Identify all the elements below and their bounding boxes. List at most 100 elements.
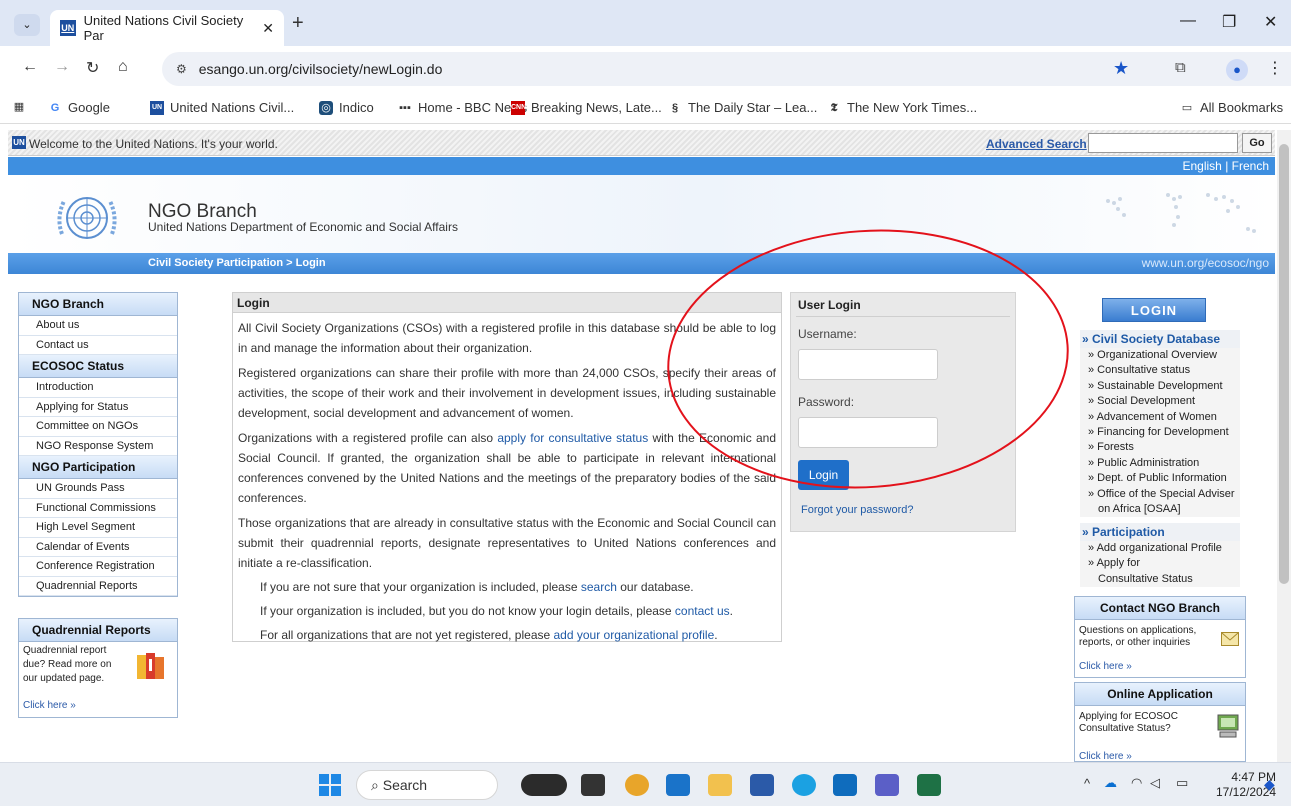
database-heading[interactable]: » Civil Society Database [1080, 330, 1240, 348]
teams-icon[interactable] [875, 774, 899, 796]
widget-icon[interactable] [521, 774, 567, 796]
nav-item-calendar[interactable]: Calendar of Events [19, 538, 177, 557]
contact-link[interactable]: Click here » [1079, 661, 1132, 672]
language-links[interactable]: English | French [8, 157, 1275, 175]
profile-avatar[interactable]: ● [1226, 59, 1248, 81]
breadcrumb[interactable]: Civil Society Participation > Login [148, 253, 326, 274]
edge-icon[interactable] [792, 774, 816, 796]
online-application-link[interactable]: Click here » [1079, 751, 1132, 762]
tab-close-icon[interactable]: ✕ [262, 20, 274, 37]
reload-icon[interactable]: ↻ [86, 58, 99, 78]
paragraph-search: If you are not sure that your organizati… [260, 580, 694, 594]
store-icon[interactable] [833, 774, 857, 796]
nav-item-high-level-segment[interactable]: High Level Segment [19, 518, 177, 538]
bookmark-nyt[interactable]: 𝕿 The New York Times... [827, 100, 977, 115]
tab-title: United Nations Civil Society Par [83, 13, 244, 43]
advanced-search-link[interactable]: Advanced Search [986, 137, 1087, 151]
username-input[interactable] [798, 349, 938, 380]
new-tab-button[interactable]: + [292, 12, 304, 35]
search-icon: ⌕ [371, 777, 379, 793]
windows-start-icon[interactable] [319, 774, 341, 796]
nav-section-ngo-branch: NGO Branch About us Contact us ECOSOC St… [18, 292, 178, 597]
welcome-text: Welcome to the United Nations. It's your… [29, 137, 278, 151]
menu-item-apply-cont[interactable]: Consultative Status [1080, 572, 1240, 587]
nav-item-grounds-pass[interactable]: UN Grounds Pass [19, 479, 177, 499]
password-label: Password: [798, 395, 855, 409]
menu-item-osaa[interactable]: » Office of the Special Adviser [1080, 487, 1240, 502]
nav-item-quadrennial-reports[interactable]: Quadrennial Reports [19, 577, 177, 596]
minimize-icon[interactable]: — [1180, 12, 1196, 30]
onedrive-icon[interactable]: ☁ [1104, 775, 1117, 791]
bookmark-daily-star[interactable]: § The Daily Star – Lea... [668, 100, 817, 115]
bookmark-indico[interactable]: ◎ Indico [319, 100, 374, 115]
menu-item-consultative[interactable]: » Consultative status [1080, 363, 1240, 378]
wifi-icon[interactable]: ◠ [1131, 775, 1142, 791]
menu-item-financing[interactable]: » Financing for Development [1080, 425, 1240, 440]
nav-item-response-system[interactable]: NGO Response System [19, 437, 177, 456]
search-link[interactable]: search [581, 580, 617, 594]
browser-tab[interactable]: UN United Nations Civil Society Par ✕ [50, 10, 284, 46]
chrome-icon[interactable] [625, 774, 649, 796]
taskbar-search[interactable]: ⌕ Search [356, 770, 498, 800]
contact-us-link[interactable]: contact us [675, 604, 730, 618]
menu-item-social[interactable]: » Social Development [1080, 394, 1240, 409]
forward-icon[interactable]: → [54, 58, 70, 76]
tray-overflow-icon[interactable]: ^ [1084, 776, 1090, 791]
login-button[interactable]: Login [798, 460, 849, 490]
nav-item-about-us[interactable]: About us [19, 316, 177, 336]
forgot-password-link[interactable]: Forgot your password? [801, 504, 914, 516]
menu-item-public-admin[interactable]: » Public Administration [1080, 456, 1240, 471]
nav-item-contact-us[interactable]: Contact us [19, 336, 177, 355]
nav-item-functional-commissions[interactable]: Functional Commissions [19, 499, 177, 518]
go-button[interactable]: Go [1242, 133, 1272, 153]
apps-icon[interactable]: ▦ [12, 100, 32, 114]
menu-item-forests[interactable]: » Forests [1080, 440, 1240, 455]
notification-bell-icon[interactable]: ◆ [1264, 776, 1275, 793]
online-application-box: Online Application Applying for ECOSOC C… [1074, 682, 1246, 762]
menu-item-osaa-cont[interactable]: on Africa [OSAA] [1080, 502, 1240, 517]
bookmark-google[interactable]: G Google [48, 100, 110, 115]
extensions-icon[interactable]: ⧉ [1175, 59, 1186, 76]
bookmark-star-icon[interactable]: ★ [1113, 58, 1129, 79]
password-input[interactable] [798, 417, 938, 448]
nav-item-applying[interactable]: Applying for Status [19, 398, 177, 417]
menu-item-dpi[interactable]: » Dept. of Public Information [1080, 471, 1240, 486]
menu-icon[interactable]: ⋮ [1267, 58, 1283, 78]
outlook-icon[interactable] [666, 774, 690, 796]
online-application-text: Applying for ECOSOC Consultative Status? [1079, 711, 1178, 734]
battery-icon[interactable]: ▭ [1176, 775, 1188, 791]
quadrennial-link[interactable]: Click here » [23, 700, 76, 711]
window-close-icon[interactable]: ✕ [1264, 12, 1277, 32]
bookmark-un[interactable]: UN United Nations Civil... [150, 100, 294, 115]
login-badge-button[interactable]: LOGIN [1102, 298, 1206, 322]
site-info-icon[interactable]: ⚙ [176, 62, 187, 76]
volume-icon[interactable]: ◁ [1150, 775, 1160, 791]
word-icon[interactable] [750, 774, 774, 796]
menu-item-overview[interactable]: » Organizational Overview [1080, 348, 1240, 363]
page-scrollbar[interactable] [1277, 130, 1291, 762]
bookmark-cnn[interactable]: CNN Breaking News, Late... [511, 100, 662, 115]
menu-item-apply[interactable]: » Apply for [1080, 556, 1240, 571]
paragraph-consultative: Organizations with a registered profile … [238, 431, 776, 505]
file-explorer-icon[interactable] [708, 774, 732, 796]
home-icon[interactable]: ⌂ [118, 58, 128, 76]
nav-item-conference-registration[interactable]: Conference Registration [19, 557, 177, 577]
all-bookmarks[interactable]: ▭ All Bookmarks [1180, 100, 1283, 115]
excel-icon[interactable] [917, 774, 941, 796]
back-icon[interactable]: ← [22, 58, 38, 76]
nav-item-introduction[interactable]: Introduction [19, 378, 177, 398]
windows-taskbar: ⌕ Search ^ ☁ ◠ ◁ ▭ 4:47 PM 17/12/2024 ◆ [0, 762, 1291, 806]
site-search-input[interactable] [1088, 133, 1238, 153]
apply-consultative-link[interactable]: apply for consultative status [497, 431, 648, 445]
bookmark-bbc[interactable]: ▪▪▪ Home - BBC News [398, 100, 527, 115]
menu-item-sustainable[interactable]: » Sustainable Development [1080, 379, 1240, 394]
menu-item-women[interactable]: » Advancement of Women [1080, 410, 1240, 425]
participation-heading[interactable]: » Participation [1080, 523, 1240, 541]
tab-search-button[interactable]: ⌄ [14, 14, 40, 36]
nav-item-committee[interactable]: Committee on NGOs [19, 417, 177, 437]
menu-item-add-profile[interactable]: » Add organizational Profile [1080, 541, 1240, 556]
scrollbar-thumb[interactable] [1279, 144, 1289, 584]
task-view-icon[interactable] [581, 774, 605, 796]
add-profile-link[interactable]: add your organizational profile [554, 628, 715, 642]
restore-icon[interactable]: ❐ [1222, 12, 1236, 32]
